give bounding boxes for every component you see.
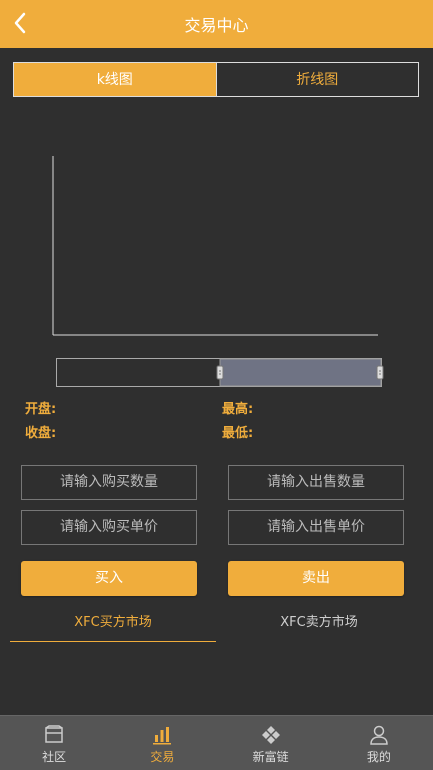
chain-icon xyxy=(261,726,280,744)
zoom-slider-selection xyxy=(219,358,382,387)
nav-item-chain[interactable]: 新富链 xyxy=(217,716,325,770)
stat-high: 最高: xyxy=(222,402,254,417)
stat-low: 最低: xyxy=(222,426,254,441)
zoom-slider[interactable] xyxy=(56,358,384,387)
nav-label-community: 社区 xyxy=(42,750,67,764)
chart-canvas xyxy=(52,156,384,387)
top-bar: 交易中心 xyxy=(0,0,433,48)
sell-quantity-input[interactable]: 请输入出售数量 xyxy=(228,465,404,500)
page-title: 交易中心 xyxy=(184,16,249,35)
community-icon xyxy=(45,725,63,743)
chart-icon xyxy=(153,727,172,745)
price-chart xyxy=(0,100,433,400)
tab-line[interactable]: 折线图 xyxy=(216,62,419,97)
nav-item-trade[interactable]: 交易 xyxy=(108,716,216,770)
tab-buy-market[interactable]: XFC买方市场 xyxy=(10,604,216,642)
tab-kline[interactable]: k线图 xyxy=(13,62,217,97)
nav-label-chain: 新富链 xyxy=(252,750,289,764)
buy-button[interactable]: 买入 xyxy=(21,561,197,596)
sell-button[interactable]: 卖出 xyxy=(228,561,404,596)
nav-label-trade: 交易 xyxy=(150,750,175,764)
stat-close: 收盘: xyxy=(25,426,57,441)
zoom-handle-right xyxy=(376,365,384,380)
tab-sell-market[interactable]: XFC卖方市场 xyxy=(216,604,422,642)
zoom-handle-left xyxy=(216,365,224,380)
nav-item-me[interactable]: 我的 xyxy=(325,716,433,770)
buy-quantity-input[interactable]: 请输入购买数量 xyxy=(21,465,197,500)
user-icon xyxy=(370,725,388,745)
stat-open: 开盘: xyxy=(25,402,57,417)
chart-tabs: k线图 折线图 xyxy=(13,62,419,97)
sell-price-input[interactable]: 请输入出售单价 xyxy=(228,510,404,545)
nav-label-me: 我的 xyxy=(366,750,391,764)
bottom-nav: 社区 交易 新富链 我的 xyxy=(0,715,433,770)
buy-price-input[interactable]: 请输入购买单价 xyxy=(21,510,197,545)
nav-item-community[interactable]: 社区 xyxy=(0,716,108,770)
